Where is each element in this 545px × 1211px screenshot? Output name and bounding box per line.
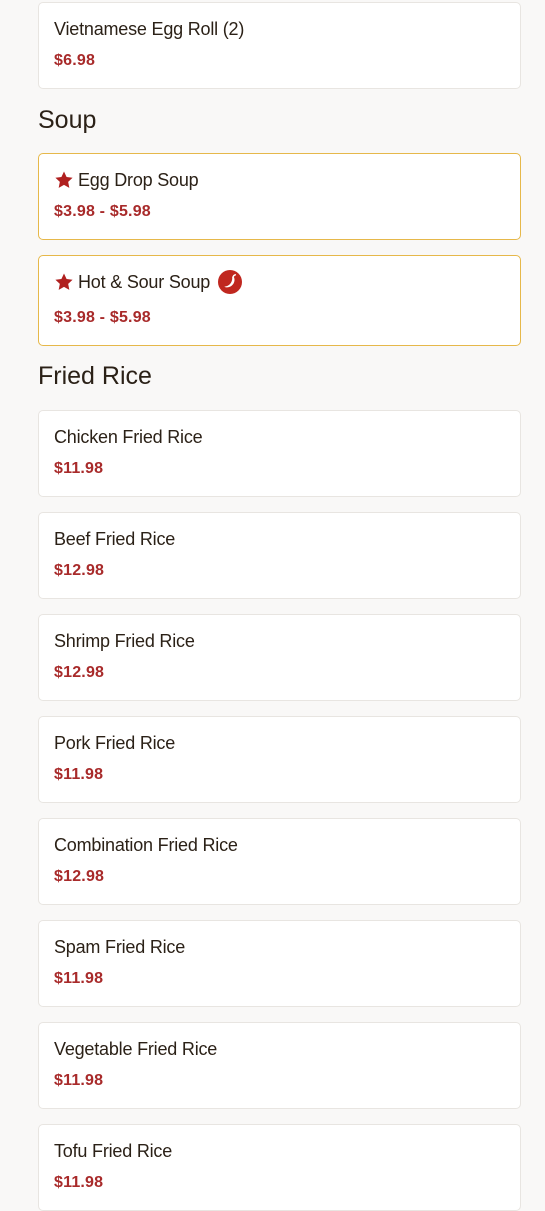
menu-item-title: Vietnamese Egg Roll (2) bbox=[54, 18, 505, 40]
menu-item-card[interactable]: Shrimp Fried Rice $12.98 bbox=[38, 614, 521, 701]
star-icon bbox=[55, 171, 73, 188]
star-icon bbox=[55, 273, 73, 290]
menu-item-title: Shrimp Fried Rice bbox=[54, 630, 505, 652]
menu-item-title: Pork Fried Rice bbox=[54, 732, 505, 754]
menu-item-price: $3.98 - $5.98 bbox=[54, 309, 151, 326]
menu-item-price: $12.98 bbox=[54, 562, 105, 579]
menu-item-price: $11.98 bbox=[54, 766, 104, 783]
menu-page: Vietnamese Egg Roll (2) $6.98 Soup Egg D… bbox=[0, 0, 545, 1211]
menu-item-name: Egg Drop Soup bbox=[78, 169, 199, 190]
menu-item-card[interactable]: Vietnamese Egg Roll (2) $6.98 bbox=[38, 2, 521, 89]
section-title-fried-rice: Fried Rice bbox=[38, 362, 152, 390]
menu-item-card[interactable]: Tofu Fried Rice $11.98 bbox=[38, 1124, 521, 1211]
menu-item-title: Combination Fried Rice bbox=[54, 834, 505, 856]
menu-item-card[interactable]: Hot & Sour Soup $3.98 - $5.98 bbox=[38, 255, 521, 346]
menu-item-card[interactable]: Chicken Fried Rice $11.98 bbox=[38, 410, 521, 497]
menu-item-card[interactable]: Pork Fried Rice $11.98 bbox=[38, 716, 521, 803]
menu-item-card[interactable]: Beef Fried Rice $12.98 bbox=[38, 512, 521, 599]
menu-item-card[interactable]: Egg Drop Soup $3.98 - $5.98 bbox=[38, 153, 521, 240]
section-title-soup: Soup bbox=[38, 106, 97, 134]
menu-item-price: $11.98 bbox=[54, 1174, 104, 1191]
menu-item-title: Egg Drop Soup bbox=[54, 169, 505, 191]
menu-item-name: Beef Fried Rice bbox=[54, 528, 176, 549]
menu-item-title: Vegetable Fried Rice bbox=[54, 1038, 505, 1060]
menu-item-price: $11.98 bbox=[54, 970, 104, 987]
menu-item-price: $11.98 bbox=[54, 1072, 104, 1089]
menu-item-name: Chicken Fried Rice bbox=[54, 426, 203, 447]
menu-item-price: $6.98 bbox=[54, 52, 96, 69]
menu-item-card[interactable]: Combination Fried Rice $12.98 bbox=[38, 818, 521, 905]
menu-item-name: Hot & Sour Soup bbox=[78, 271, 211, 292]
menu-item-title: Chicken Fried Rice bbox=[54, 426, 505, 448]
menu-item-name: Vegetable Fried Rice bbox=[54, 1038, 218, 1059]
menu-item-price: $11.98 bbox=[54, 460, 104, 477]
menu-item-title: Spam Fried Rice bbox=[54, 936, 505, 958]
menu-item-card[interactable]: Vegetable Fried Rice $11.98 bbox=[38, 1022, 521, 1109]
menu-item-card[interactable]: Spam Fried Rice $11.98 bbox=[38, 920, 521, 1007]
menu-item-title: Hot & Sour Soup bbox=[54, 270, 505, 294]
menu-item-name: Spam Fried Rice bbox=[54, 936, 186, 957]
menu-item-name: Combination Fried Rice bbox=[54, 834, 238, 855]
menu-content: Vietnamese Egg Roll (2) $6.98 Soup Egg D… bbox=[38, 2, 521, 1211]
menu-item-name: Vietnamese Egg Roll (2) bbox=[54, 18, 245, 39]
menu-item-title: Tofu Fried Rice bbox=[54, 1140, 505, 1162]
chili-pepper-icon bbox=[218, 270, 243, 294]
menu-item-title: Beef Fried Rice bbox=[54, 528, 505, 550]
menu-item-price: $3.98 - $5.98 bbox=[54, 203, 151, 220]
menu-item-price: $12.98 bbox=[54, 664, 105, 681]
menu-item-name: Pork Fried Rice bbox=[54, 732, 176, 753]
menu-item-name: Shrimp Fried Rice bbox=[54, 630, 195, 651]
menu-item-name: Tofu Fried Rice bbox=[54, 1140, 173, 1161]
menu-item-price: $12.98 bbox=[54, 868, 105, 885]
